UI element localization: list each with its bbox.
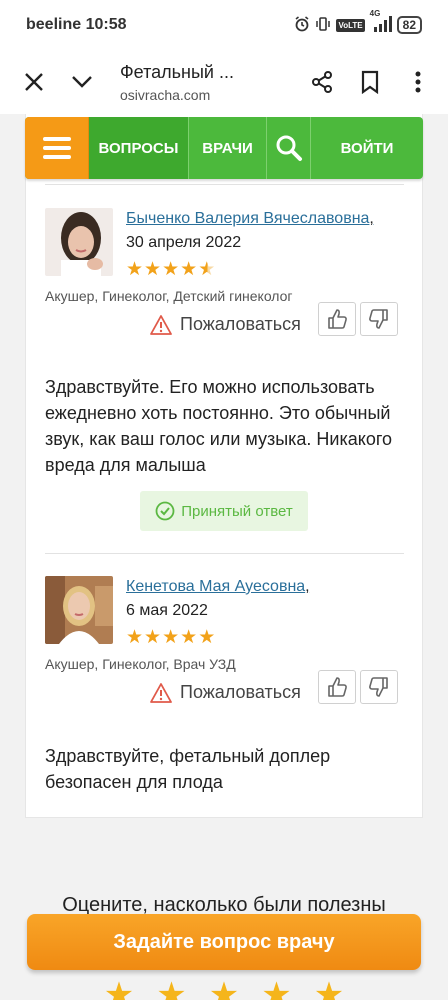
report-label[interactable]: Пожаловаться: [180, 682, 301, 703]
bookmark-button[interactable]: [346, 58, 394, 106]
star-icon[interactable]: ★: [209, 978, 239, 1000]
doctor-name-link[interactable]: Быченко Валерия Вячеславовна,: [126, 210, 374, 228]
thumbs-down-icon: [369, 309, 388, 329]
doctor-name-link[interactable]: Кенетова Мая Ауесовна,: [126, 578, 310, 596]
vibrate-icon: [315, 16, 331, 35]
doctor-specialties: Акушер, Гинеколог, Врач УЗД: [45, 656, 236, 672]
site-nav: ВОПРОСЫ ВРАЧИ ВОЙТИ: [25, 117, 423, 179]
answer-date: 30 апреля 2022: [126, 234, 242, 251]
star-icon: ★: [144, 627, 162, 648]
close-icon: [25, 73, 43, 91]
doctor-rating: ★ ★ ★ ★ ★: [126, 628, 215, 647]
star-icon[interactable]: ★: [156, 978, 186, 1000]
signal-icon: 4G: [370, 9, 392, 35]
carrier-time: beeline 10:58: [26, 16, 127, 33]
browser-actions: [298, 58, 442, 106]
report-label[interactable]: Пожаловаться: [180, 314, 301, 335]
doctor-avatar[interactable]: [45, 576, 113, 644]
volte-icon: VoLTE: [336, 18, 365, 32]
search-icon: [276, 135, 302, 161]
star-icon: ★: [180, 627, 198, 648]
half-star-icon: ★: [198, 259, 216, 280]
doctor-specialties: Акушер, Гинеколог, Детский гинеколог: [45, 288, 293, 304]
more-vert-icon: [415, 71, 421, 93]
star-icon: ★: [162, 259, 180, 280]
status-bar: beeline 10:58 VoLTE 4G 82: [0, 0, 448, 50]
thumbs-down-icon: [369, 677, 388, 697]
star-icon[interactable]: ★: [314, 978, 344, 1000]
ask-doctor-button[interactable]: Задайте вопрос врачу: [27, 914, 421, 970]
doctor-avatar[interactable]: [45, 208, 113, 276]
thumbs-up-icon: [328, 309, 347, 329]
page-content: ВОПРОСЫ ВРАЧИ ВОЙТИ Быченко Валерия Вяче…: [0, 114, 448, 1000]
accepted-label: Принятый ответ: [181, 502, 293, 520]
doctor-name[interactable]: Быченко Валерия Вячеславовна: [126, 210, 369, 227]
bookmark-icon: [361, 70, 379, 94]
search-button[interactable]: [267, 117, 311, 179]
like-button[interactable]: [318, 670, 356, 704]
page-title: Фетальный ...: [120, 61, 234, 82]
star-icon: ★: [162, 627, 180, 648]
divider: [45, 184, 404, 185]
page-url: osivracha.com: [120, 86, 211, 103]
dislike-button[interactable]: [360, 670, 398, 704]
share-icon: [312, 71, 332, 93]
hamburger-icon: [42, 137, 71, 141]
answer-text: Здравствуйте. Его можно использовать еже…: [45, 377, 393, 475]
chevron-down-icon: [72, 76, 92, 88]
accepted-answer-badge: Принятый ответ: [140, 491, 308, 531]
name-comma: ,: [369, 210, 374, 227]
check-circle-icon: [155, 501, 175, 521]
close-button[interactable]: [10, 58, 58, 106]
dislike-button[interactable]: [360, 302, 398, 336]
doctor-rating: ★ ★ ★ ★ ★: [126, 260, 215, 279]
menu-button[interactable]: [25, 117, 89, 179]
thumbs-up-icon: [328, 677, 347, 697]
like-button[interactable]: [318, 302, 356, 336]
nav-doctors[interactable]: ВРАЧИ: [189, 117, 267, 179]
answer-text: Здравствуйте, фетальный доплер безопасен…: [45, 746, 331, 792]
divider: [45, 553, 404, 554]
star-icon: ★: [180, 259, 198, 280]
star-icon[interactable]: ★: [261, 978, 291, 1000]
star-icon[interactable]: ★: [104, 978, 134, 1000]
star-icon: ★: [144, 259, 162, 280]
name-comma: ,: [305, 578, 310, 595]
status-icons: VoLTE 4G 82: [294, 9, 422, 35]
warning-icon: [150, 314, 172, 335]
star-icon: ★: [126, 627, 144, 648]
doctor-name[interactable]: Кенетова Мая Ауесовна: [126, 578, 305, 595]
share-button[interactable]: [298, 58, 346, 106]
report-link[interactable]: Пожаловаться: [150, 682, 301, 703]
answer-date: 6 мая 2022: [126, 602, 208, 619]
battery-indicator: 82: [396, 16, 422, 34]
star-icon: ★: [198, 627, 216, 648]
expand-button[interactable]: [58, 58, 106, 106]
nav-login[interactable]: ВОЙТИ: [311, 117, 423, 179]
nav-questions[interactable]: ВОПРОСЫ: [89, 117, 189, 179]
browser-toolbar: Фетальный ... osivracha.com: [0, 50, 448, 114]
page-rating-stars[interactable]: ★ ★ ★ ★ ★: [0, 978, 448, 1000]
star-icon: ★: [126, 259, 144, 280]
alarm-icon: [294, 15, 310, 35]
warning-icon: [150, 682, 172, 703]
page-title-block[interactable]: Фетальный ... osivracha.com: [120, 62, 270, 103]
report-link[interactable]: Пожаловаться: [150, 314, 301, 335]
more-button[interactable]: [394, 58, 442, 106]
